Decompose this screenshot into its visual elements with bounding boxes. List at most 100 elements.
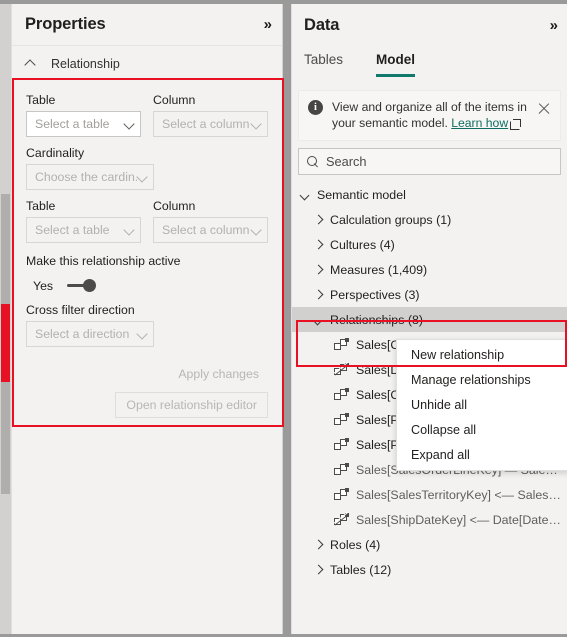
relationship-icon [334, 462, 350, 477]
relationship-icon [334, 437, 350, 452]
tree-item-cultures[interactable]: Cultures (4) [292, 232, 567, 257]
properties-header: Properties » [12, 4, 282, 46]
active-relationship-group: Make this relationship active Yes [26, 252, 268, 294]
info-icon: i [308, 100, 323, 115]
tree-item-perspectives[interactable]: Perspectives (3) [292, 282, 567, 307]
tree-item-calculation-groups[interactable]: Calculation groups (1) [292, 207, 567, 232]
cardinality-field: Cardinality Choose the cardin... [26, 146, 268, 190]
chevron-right-icon [311, 288, 324, 301]
table-select-1[interactable]: Select a table [26, 111, 141, 137]
properties-panel-scrollbar[interactable] [0, 4, 11, 634]
cross-filter-field: Cross filter direction Select a directio… [26, 303, 268, 347]
relationship-icon [334, 387, 350, 402]
search-input[interactable]: Search [298, 148, 561, 175]
tree-item-relationships[interactable]: Relationships (8) [292, 307, 567, 332]
chevron-down-icon [298, 188, 311, 201]
relationship-icon [334, 337, 350, 352]
external-link-icon [510, 119, 521, 130]
chevron-down-icon [251, 225, 261, 235]
table-select-2[interactable]: Select a table [26, 217, 141, 243]
toggle-knob [83, 279, 97, 292]
table-field-1: Table Select a table [26, 93, 141, 137]
properties-panel: Properties » Relationship Table Select a… [11, 4, 283, 634]
chevron-double-right-icon[interactable]: » [264, 17, 272, 32]
cardinality-select[interactable]: Choose the cardin... [26, 164, 154, 190]
info-banner-text: View and organize all of the items in yo… [332, 99, 527, 131]
app-screen: Properties » Relationship Table Select a… [0, 0, 567, 637]
chevron-down-icon [251, 119, 261, 129]
tree-item-tables[interactable]: Tables (12) [292, 557, 567, 582]
column-select-1-value: Select a column [162, 117, 250, 131]
search-icon [307, 155, 319, 168]
open-editor-row: Open relationship editor [26, 392, 268, 418]
tree-item-relationship[interactable]: Sales[SalesTerritoryKey] <— Sales Te... [292, 482, 567, 507]
table-select-2-value: Select a table [35, 223, 110, 237]
scrollbar-highlight-segment [1, 304, 10, 382]
toggle-state-label: Yes [33, 278, 54, 293]
cross-filter-select-value: Select a direction [35, 327, 130, 341]
tree-item-label: Semantic model [317, 187, 406, 202]
relationship-section-label: Relationship [51, 56, 120, 71]
column-select-1[interactable]: Select a column [153, 111, 268, 137]
context-menu-item-new-relationship[interactable]: New relationship [397, 342, 567, 367]
tree-item-semantic-model[interactable]: Semantic model [292, 182, 567, 207]
relationship-section-header[interactable]: Relationship [12, 46, 282, 81]
chevron-right-icon [311, 538, 324, 551]
tree-item-measures[interactable]: Measures (1,409) [292, 257, 567, 282]
active-relationship-toggle-row: Yes [26, 277, 268, 294]
info-line-1: View and organize all of the items in [332, 100, 527, 114]
tree-item-roles[interactable]: Roles (4) [292, 532, 567, 557]
active-relationship-label: Make this relationship active [26, 254, 181, 268]
apply-changes-button[interactable]: Apply changes [169, 362, 268, 386]
relationship-inactive-icon [333, 511, 350, 527]
table-column-row-1: Table Select a table Column Select a col… [26, 93, 268, 137]
relationship-form: Table Select a table Column Select a col… [12, 81, 282, 418]
learn-how-link[interactable]: Learn how [451, 116, 508, 130]
chevron-down-icon [311, 313, 324, 326]
column-label-1: Column [153, 93, 196, 107]
column-select-2-value: Select a column [162, 223, 250, 237]
info-line-2: your semantic model. [332, 116, 452, 130]
column-field-1: Column Select a column [153, 93, 268, 137]
relationship-icon [334, 412, 350, 427]
tree-item-label: Sales[D [356, 362, 400, 377]
tree-item-label: Sales[ShipDateKey] <— Date[DateKey] [356, 512, 563, 527]
context-menu-item-expand-all[interactable]: Expand all [397, 442, 567, 467]
tree-item-relationship[interactable]: Sales[ShipDateKey] <— Date[DateKey] [292, 507, 567, 532]
active-relationship-toggle[interactable] [67, 277, 105, 294]
column-field-2: Column Select a column [153, 199, 268, 243]
close-icon[interactable] [536, 100, 552, 116]
tree-item-label: Sales[C [356, 337, 400, 352]
search-placeholder: Search [326, 154, 367, 169]
tree-item-label: Cultures (4) [330, 237, 395, 252]
info-banner: i View and organize all of the items in … [298, 90, 561, 141]
cross-filter-label: Cross filter direction [26, 303, 135, 317]
tree-item-label: Sales[P [356, 437, 399, 452]
table-select-1-value: Select a table [35, 117, 110, 131]
tab-tables[interactable]: Tables [304, 46, 343, 75]
tab-model[interactable]: Model [376, 46, 416, 77]
cross-filter-select[interactable]: Select a direction [26, 321, 154, 347]
open-relationship-editor-button[interactable]: Open relationship editor [115, 392, 268, 418]
tree-item-label: Tables (12) [330, 562, 392, 577]
column-select-2[interactable]: Select a column [153, 217, 268, 243]
cardinality-select-value: Choose the cardin... [35, 170, 137, 184]
chevron-up-icon [26, 58, 37, 69]
tree-item-label: Measures (1,409) [330, 262, 428, 277]
data-title: Data [304, 15, 340, 34]
tree-item-label: Roles (4) [330, 537, 381, 552]
context-menu-item-manage-relationships[interactable]: Manage relationships [397, 367, 567, 392]
context-menu-item-unhide-all[interactable]: Unhide all [397, 392, 567, 417]
chevron-down-icon [137, 172, 147, 182]
chevron-double-right-icon[interactable]: » [550, 18, 558, 33]
context-menu-item-collapse-all[interactable]: Collapse all [397, 417, 567, 442]
relationship-inactive-icon [333, 361, 350, 377]
tree-item-label: Relationships (8) [330, 312, 423, 327]
apply-changes-row: Apply changes [26, 362, 268, 386]
chevron-right-icon [311, 563, 324, 576]
column-label-2: Column [153, 199, 196, 213]
data-panel: Data » Tables Model i View and organize … [291, 4, 567, 634]
table-field-2: Table Select a table [26, 199, 141, 243]
table-label-1: Table [26, 93, 56, 107]
chevron-right-icon [311, 213, 324, 226]
